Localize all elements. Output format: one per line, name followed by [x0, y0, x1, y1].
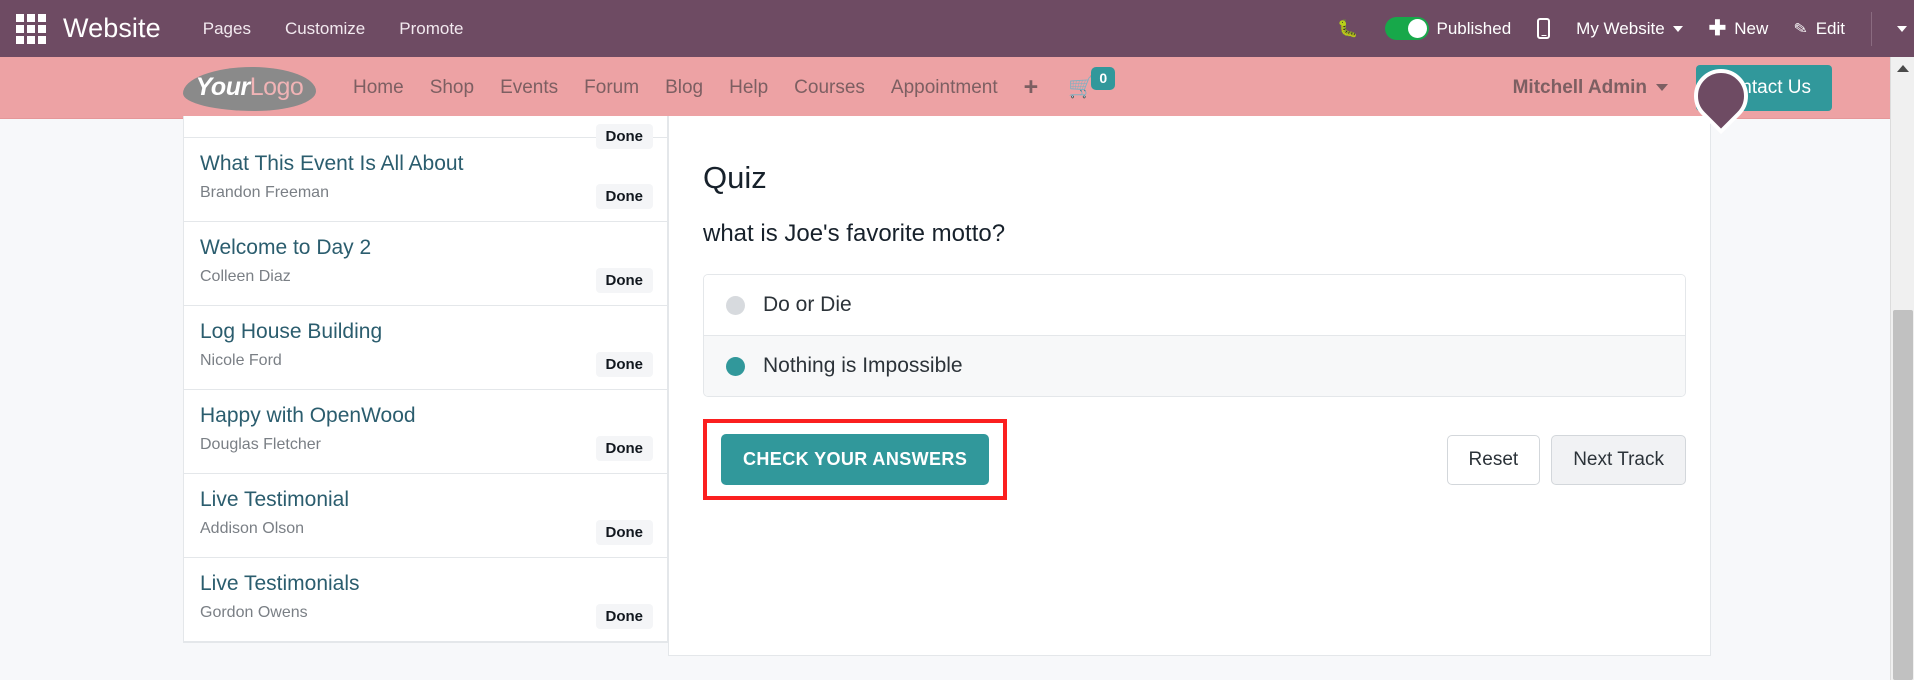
pencil-icon: ✎	[1793, 17, 1810, 39]
track-list-item[interactable]: Live Testimonial Addison Olson Done	[184, 474, 667, 558]
quiz-question: what is Joe's favorite motto?	[703, 220, 1670, 248]
scrollbar-thumb[interactable]	[1893, 310, 1913, 680]
track-list-item[interactable]: Welcome to Day 2 Colleen Diaz Done	[184, 222, 667, 306]
track-author: Addison Olson	[200, 520, 304, 537]
radio-unselected-icon[interactable]	[726, 296, 745, 315]
mobile-phone-icon[interactable]	[1537, 18, 1550, 39]
track-title[interactable]: Live Testimonials	[200, 571, 651, 597]
next-track-button[interactable]: Next Track	[1551, 435, 1686, 485]
publish-toggle-switch[interactable]	[1385, 17, 1429, 40]
nav-item-forum[interactable]: Forum	[584, 77, 639, 99]
radio-selected-icon[interactable]	[726, 357, 745, 376]
nav-item-home[interactable]: Home	[353, 77, 404, 99]
track-list: Done What This Event Is All About Brando…	[183, 116, 668, 643]
app-brand-title: Website	[63, 13, 161, 44]
user-menu-label: Mitchell Admin	[1513, 77, 1647, 99]
nav-item-events[interactable]: Events	[500, 77, 558, 99]
quiz-actions: CHECK YOUR ANSWERS Reset Next Track	[703, 419, 1686, 500]
track-list-item[interactable]: Happy with OpenWood Douglas Fletcher Don…	[184, 390, 667, 474]
odoo-top-bar: Website Pages Customize Promote 🐛 Publis…	[0, 0, 1890, 57]
status-badge: Done	[596, 184, 654, 209]
cart-count-badge: 0	[1091, 67, 1115, 89]
track-author: Colleen Diaz	[200, 268, 291, 285]
quiz-answer-list: Do or Die Nothing is Impossible	[703, 274, 1686, 397]
status-badge: Done	[596, 520, 654, 545]
website-header: YourLogo Home Shop Events Forum Blog Hel…	[0, 57, 1890, 119]
publish-toggle[interactable]: Published	[1385, 17, 1512, 40]
new-button[interactable]: ✚ New	[1709, 18, 1769, 39]
nav-item-appointment[interactable]: Appointment	[891, 77, 998, 99]
status-badge: Done	[596, 268, 654, 293]
menu-item-promote[interactable]: Promote	[399, 19, 463, 39]
apps-grid-icon[interactable]	[16, 14, 46, 44]
odoo-menu: Pages Customize Promote	[203, 19, 464, 39]
nav-add-icon[interactable]: +	[1024, 75, 1039, 100]
check-your-answers-button[interactable]: CHECK YOUR ANSWERS	[721, 434, 989, 485]
chevron-down-icon	[1656, 84, 1668, 91]
website-selector-label: My Website	[1576, 19, 1665, 39]
status-badge: Done	[596, 352, 654, 377]
page-body: Done What This Event Is All About Brando…	[0, 119, 1890, 680]
track-list-item[interactable]: What This Event Is All About Brandon Fre…	[184, 138, 667, 222]
odoo-top-bar-right: 🐛 Published My Website ✚ New ✎ Edit	[1337, 12, 1890, 46]
menu-item-customize[interactable]: Customize	[285, 19, 365, 39]
divider	[1871, 12, 1872, 46]
scroll-up-arrow-icon[interactable]	[1891, 57, 1914, 79]
vertical-scrollbar[interactable]	[1890, 57, 1914, 680]
quiz-heading: Quiz	[703, 160, 1670, 196]
nav-item-shop[interactable]: Shop	[430, 77, 474, 99]
track-author: Douglas Fletcher	[200, 436, 321, 453]
track-title[interactable]: What This Event Is All About	[200, 151, 651, 177]
highlight-box: CHECK YOUR ANSWERS	[703, 419, 1007, 500]
nav-item-help[interactable]: Help	[729, 77, 768, 99]
status-badge: Done	[596, 604, 654, 629]
quiz-answer-option[interactable]: Nothing is Impossible	[704, 336, 1685, 396]
logo-text-part1: Your	[196, 73, 250, 102]
quiz-panel: Quiz what is Joe's favorite motto? Do or…	[668, 116, 1711, 656]
edit-button[interactable]: ✎ Edit	[1794, 19, 1845, 39]
quiz-answer-option[interactable]: Do or Die	[704, 275, 1685, 336]
edit-button-label: Edit	[1816, 19, 1845, 39]
chevron-down-icon	[1673, 26, 1683, 32]
track-title[interactable]: Happy with OpenWood	[200, 403, 651, 429]
quiz-answer-label: Do or Die	[763, 293, 852, 317]
quiz-secondary-actions: Reset Next Track	[1447, 435, 1686, 485]
new-button-label: New	[1734, 19, 1768, 39]
chevron-down-icon	[1897, 26, 1907, 32]
reset-button[interactable]: Reset	[1447, 435, 1541, 485]
track-list-item[interactable]: Live Testimonials Gordon Owens Done	[184, 558, 667, 642]
track-author: Gordon Owens	[200, 604, 308, 621]
plus-icon: ✚	[1709, 18, 1727, 39]
bug-icon[interactable]: 🐛	[1337, 20, 1358, 37]
logo-text: YourLogo	[183, 63, 316, 113]
track-title[interactable]: Welcome to Day 2	[200, 235, 651, 261]
publish-toggle-label: Published	[1437, 19, 1512, 39]
track-title[interactable]: Live Testimonial	[200, 487, 651, 513]
site-navigation: Home Shop Events Forum Blog Help Courses…	[353, 75, 1038, 100]
nav-item-courses[interactable]: Courses	[794, 77, 865, 99]
logo-text-part2: Logo	[250, 73, 304, 102]
cart-button[interactable]: 🛒 0	[1068, 76, 1115, 100]
site-logo[interactable]: YourLogo	[183, 63, 318, 113]
track-row-partial: Done	[184, 116, 667, 138]
nav-item-blog[interactable]: Blog	[665, 77, 703, 99]
track-author: Brandon Freeman	[200, 184, 329, 201]
website-selector[interactable]: My Website	[1576, 19, 1683, 39]
track-list-item[interactable]: Log House Building Nicole Ford Done	[184, 306, 667, 390]
user-menu[interactable]: Mitchell Admin	[1513, 77, 1668, 99]
track-author: Nicole Ford	[200, 352, 282, 369]
track-title[interactable]: Log House Building	[200, 319, 651, 345]
status-badge: Done	[596, 436, 654, 461]
menu-item-pages[interactable]: Pages	[203, 19, 251, 39]
quiz-answer-label: Nothing is Impossible	[763, 354, 963, 378]
odoo-overflow-menu[interactable]	[1890, 0, 1914, 57]
